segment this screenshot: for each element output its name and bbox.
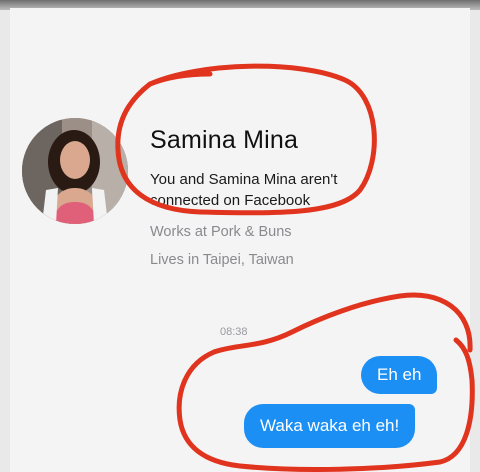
messenger-conversation-panel [10, 8, 470, 472]
contact-name: Samina Mina [150, 126, 299, 154]
connection-status-text: You and Samina Mina aren't connected on … [150, 171, 338, 209]
work-info: Works at Pork & Buns [150, 224, 292, 240]
message-bubble[interactable]: Eh eh [361, 356, 438, 394]
avatar-photo [22, 118, 128, 224]
message-bubble[interactable]: Waka waka eh eh! [244, 404, 416, 448]
profile-avatar[interactable] [22, 118, 128, 224]
message-timestamp: 08:38 [220, 326, 248, 338]
location-info: Lives in Taipei, Taiwan [150, 252, 294, 268]
